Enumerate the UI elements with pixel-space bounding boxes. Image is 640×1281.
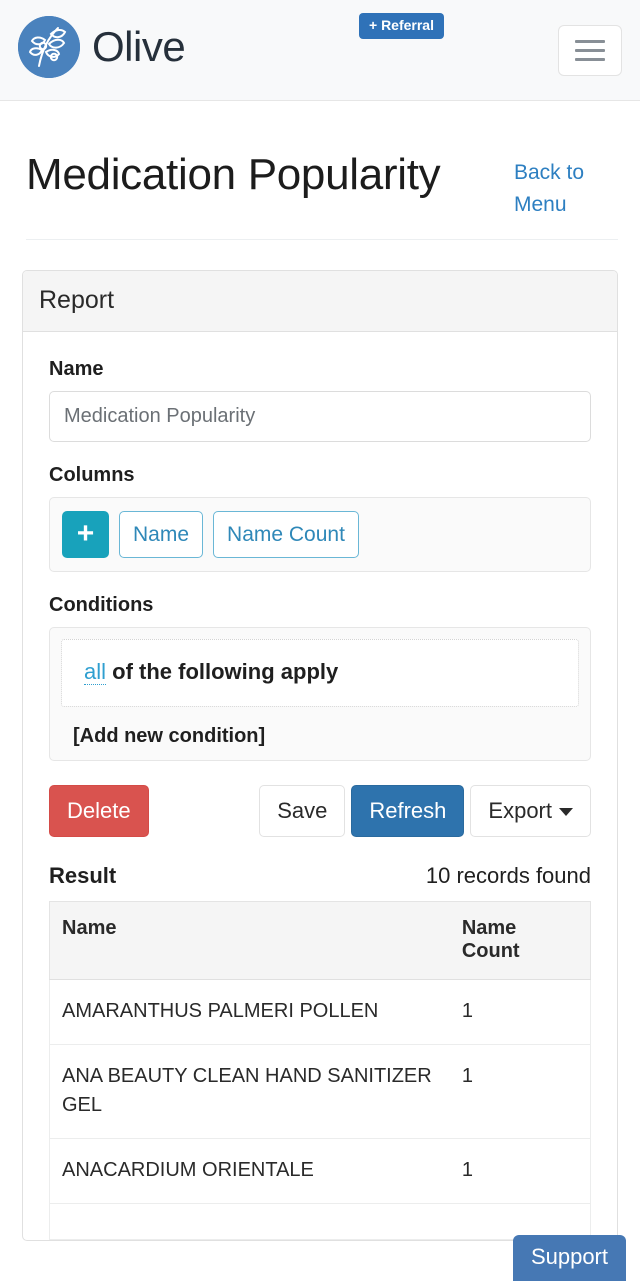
report-action-buttons: Delete Save Refresh Export <box>49 785 591 837</box>
column-header-name[interactable]: Name <box>50 901 450 979</box>
add-referral-button[interactable]: + Referral <box>359 13 444 39</box>
cell-name: AMARANTHUS PALMERI POLLEN <box>50 979 450 1044</box>
cell-name <box>50 1203 450 1239</box>
table-header-row: Name Name Count <box>50 901 591 979</box>
conditions-match-suffix: of the following apply <box>112 659 338 684</box>
result-table-head: Name Name Count <box>50 901 591 979</box>
conditions-match-selector[interactable]: all <box>84 659 106 685</box>
hamburger-menu-icon[interactable] <box>558 25 622 76</box>
hamburger-bar-1 <box>575 40 605 43</box>
result-table-body: AMARANTHUS PALMERI POLLEN 1 ANA BEAUTY C… <box>50 979 591 1239</box>
column-chip-name[interactable]: Name <box>119 511 203 558</box>
result-header: Result 10 records found <box>49 863 591 889</box>
conditions-field-label: Conditions <box>49 594 591 617</box>
olive-branch-logo-icon <box>18 16 80 78</box>
report-panel: Report Name Columns + Name Name Count Co… <box>22 270 618 1241</box>
cell-count: 1 <box>450 1138 591 1203</box>
columns-chips-container: + Name Name Count <box>49 497 591 572</box>
export-label: Export <box>488 798 552 823</box>
result-label: Result <box>49 863 116 889</box>
refresh-button[interactable]: Refresh <box>351 785 464 837</box>
save-button[interactable]: Save <box>259 785 345 837</box>
table-row[interactable]: ANACARDIUM ORIENTALE 1 <box>50 1138 591 1203</box>
hamburger-bar-3 <box>575 58 605 61</box>
brand-name: Olive <box>92 26 185 68</box>
cell-count: 1 <box>450 979 591 1044</box>
column-chip-name-count[interactable]: Name Count <box>213 511 359 558</box>
cell-count: 1 <box>450 1044 591 1138</box>
conditions-match-row: all of the following apply <box>84 659 338 685</box>
hamburger-bar-2 <box>575 49 605 52</box>
top-navbar: Olive + Referral <box>0 0 640 101</box>
report-name-input[interactable] <box>49 391 591 442</box>
header-divider <box>26 239 618 240</box>
export-dropdown-button[interactable]: Export <box>470 785 591 837</box>
table-row[interactable] <box>50 1203 591 1239</box>
columns-field-label: Columns <box>49 464 591 487</box>
cell-name: ANA BEAUTY CLEAN HAND SANITIZER GEL <box>50 1044 450 1138</box>
report-panel-body: Name Columns + Name Name Count Condition… <box>23 332 617 1240</box>
cell-name: ANACARDIUM ORIENTALE <box>50 1138 450 1203</box>
support-button[interactable]: Support <box>513 1235 626 1281</box>
back-to-menu-link[interactable]: Back to Menu <box>514 157 618 220</box>
page-title: Medication Popularity <box>26 149 446 201</box>
column-header-name-count[interactable]: Name Count <box>450 901 591 979</box>
records-found-count: 10 records found <box>426 863 591 889</box>
cell-count <box>450 1203 591 1239</box>
report-panel-title: Report <box>39 288 617 313</box>
conditions-container: all of the following apply [Add new cond… <box>49 627 591 761</box>
add-column-button[interactable]: + <box>62 511 109 558</box>
table-row[interactable]: AMARANTHUS PALMERI POLLEN 1 <box>50 979 591 1044</box>
add-new-condition-link[interactable]: [Add new condition] <box>73 725 579 748</box>
report-panel-header: Report <box>23 271 617 332</box>
name-field-label: Name <box>49 358 591 381</box>
conditions-group: all of the following apply <box>61 639 579 707</box>
brand-logo[interactable]: Olive <box>18 16 185 78</box>
delete-button[interactable]: Delete <box>49 785 149 837</box>
chevron-down-icon <box>559 808 573 816</box>
table-row[interactable]: ANA BEAUTY CLEAN HAND SANITIZER GEL 1 <box>50 1044 591 1138</box>
page-header: Medication Popularity Back to Menu <box>0 101 640 201</box>
result-table: Name Name Count AMARANTHUS PALMERI POLLE… <box>49 901 591 1240</box>
